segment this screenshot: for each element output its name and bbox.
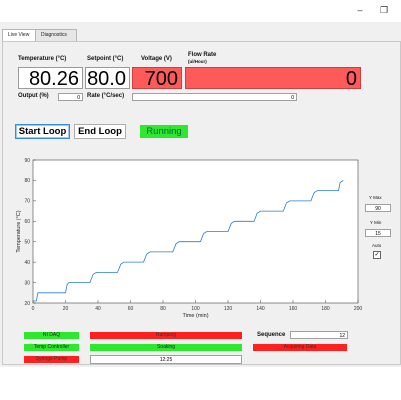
x-tick-label: 60 (128, 306, 134, 312)
syringe-pump-indicator: Syringe Pump (24, 356, 79, 363)
y-tick-label: 40 (24, 260, 30, 266)
voltage-label: Voltage (V) (141, 56, 172, 62)
setpoint-label: Setpoint (°C) (87, 56, 124, 62)
y-tick-label: 20 (24, 301, 30, 307)
restore-icon[interactable]: ❐ (379, 5, 389, 15)
window-titlebar: – ❐ (0, 0, 401, 22)
temperature-label: Temperature (°C) (18, 56, 67, 62)
soaking-indicator: Soaking (90, 344, 242, 351)
rate-field: 0 (132, 93, 297, 101)
rate-label: Rate (°C/sec) (87, 93, 125, 99)
x-tick-label: 80 (160, 306, 166, 312)
y-tick-label: 60 (24, 219, 30, 225)
y-tick-label: 90 (24, 158, 30, 164)
acquiring-data-indicator: Acquiring Data (253, 344, 347, 351)
x-axis-label: Time (min) (182, 313, 208, 319)
x-tick-label: 160 (289, 306, 298, 312)
plot-area (32, 159, 359, 304)
y-tick-label: 70 (24, 199, 30, 205)
flow-rate-label: Flow Rate (188, 52, 217, 58)
output-label: Output (%) (18, 93, 49, 99)
flow-rate-unit: (ul/Hour) (188, 59, 207, 64)
x-tick-label: 140 (256, 306, 265, 312)
y-tick-label: 80 (24, 178, 30, 184)
x-tick-label: 0 (32, 306, 35, 312)
temp-controller-indicator: Temp Controller (24, 344, 79, 351)
minimize-icon[interactable]: – (355, 5, 365, 15)
setpoint-field[interactable]: 80.0 (85, 67, 130, 90)
time-display: 12:25 (90, 355, 242, 364)
end-loop-button[interactable]: End Loop (74, 124, 126, 139)
flow-rate-display: 0 (185, 67, 361, 90)
y-tick-label: 30 (24, 280, 30, 286)
output-field: 0 (58, 93, 83, 101)
x-tick-label: 20 (63, 306, 69, 312)
ni-daq-indicator: NI DAQ (24, 332, 79, 339)
running-status: Running (140, 125, 188, 138)
y-tick-label: 50 (24, 240, 30, 246)
app-frame: Live View Diagnostics Temperature (°C) S… (0, 22, 401, 367)
temperature-chart: 0 20 40 60 80 100 120 140 160 180 2002030405060708… (16, 158, 363, 319)
x-tick-label: 180 (321, 306, 330, 312)
voltage-display: 700 (132, 67, 182, 90)
x-tick-label: 40 (95, 306, 101, 312)
sequence-label: Sequence (257, 332, 286, 338)
x-tick-label: 200 (354, 306, 363, 312)
x-tick-label: 120 (224, 306, 233, 312)
y-axis-label: Temperature (°C) (16, 210, 22, 252)
x-tick-label: 100 (191, 306, 200, 312)
start-loop-button[interactable]: Start Loop (15, 124, 70, 139)
temperature-display: 80.26 (18, 67, 83, 90)
sequence-field: 12 (290, 331, 348, 339)
ramping-indicator: Ramping (90, 332, 242, 339)
tab-diagnostics[interactable]: Diagnostics (35, 29, 77, 41)
live-view-panel: Temperature (°C) Setpoint (°C) Voltage (… (2, 41, 401, 365)
